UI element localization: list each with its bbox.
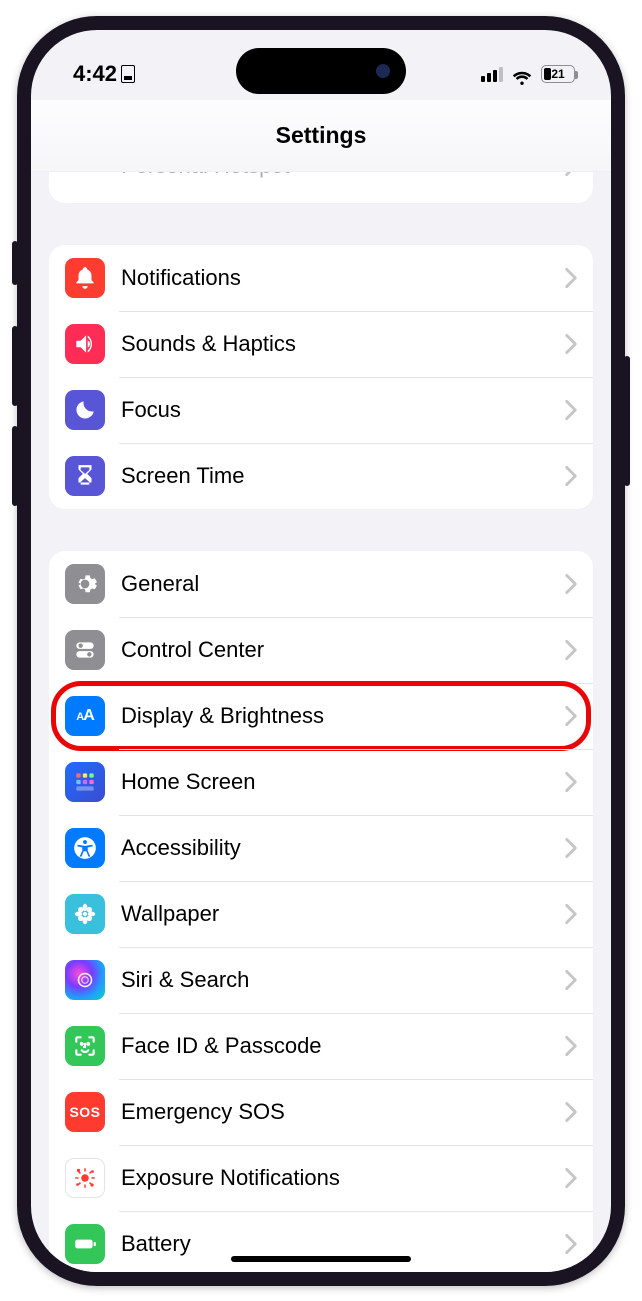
row-exposure-notifications[interactable]: Exposure Notifications [49,1145,593,1211]
app-grid-icon [65,762,105,802]
nav-bar: Settings [31,100,611,172]
row-label: Sounds & Haptics [121,331,565,357]
row-siri-search[interactable]: Siri & Search [49,947,593,1013]
siri-icon [65,960,105,1000]
row-wallpaper[interactable]: Wallpaper [49,881,593,947]
row-face-id-passcode[interactable]: Face ID & Passcode [49,1013,593,1079]
row-sounds-haptics[interactable]: Sounds & Haptics [49,311,593,377]
chevron-right-icon [565,1234,577,1254]
row-label: Exposure Notifications [121,1165,565,1191]
battery-icon: 21 [541,65,575,83]
status-left: 4:42 [73,61,135,87]
dynamic-island [236,48,406,94]
battery-percent: 21 [551,67,564,81]
row-notifications[interactable]: Notifications [49,245,593,311]
chevron-right-icon [565,466,577,486]
toggles-icon [65,630,105,670]
chevron-right-icon [565,574,577,594]
side-button-volume-up [12,326,18,406]
home-indicator[interactable] [231,1256,411,1262]
row-label: Wallpaper [121,901,565,927]
side-button-volume-down [12,426,18,506]
row-personal-hotspot[interactable]: Personal Hotspot [49,172,593,203]
wifi-icon [511,66,533,82]
status-right: 21 [481,65,575,83]
moon-icon [65,390,105,430]
row-label: Notifications [121,265,565,291]
bell-icon [65,258,105,298]
sim-icon [121,65,135,83]
row-label: Siri & Search [121,967,565,993]
flower-icon [65,894,105,934]
row-label: Control Center [121,637,565,663]
row-screen-time[interactable]: Screen Time [49,443,593,509]
chevron-right-icon [565,772,577,792]
battery-icon [65,1224,105,1264]
status-time: 4:42 [73,61,117,87]
row-label: Focus [121,397,565,423]
side-button-power [624,356,630,486]
row-label: Battery [121,1231,565,1257]
row-label: Personal Hotspot [121,172,565,179]
page-title: Settings [276,122,367,149]
row-label: Display & Brightness [121,703,565,729]
face-id-icon [65,1026,105,1066]
chevron-right-icon [565,334,577,354]
chevron-right-icon [565,400,577,420]
row-general[interactable]: General [49,551,593,617]
chevron-right-icon [565,706,577,726]
row-label: Home Screen [121,769,565,795]
chevron-right-icon [565,838,577,858]
phone-frame: 4:42 21 Settings [17,16,625,1286]
screen: 4:42 21 Settings [31,30,611,1272]
side-button-silence [12,241,18,285]
chevron-right-icon [565,268,577,288]
row-label: Screen Time [121,463,565,489]
chevron-right-icon [565,1168,577,1188]
sos-icon: SOS [65,1092,105,1132]
row-focus[interactable]: Focus [49,377,593,443]
accessibility-icon [65,828,105,868]
row-control-center[interactable]: Control Center [49,617,593,683]
row-home-screen[interactable]: Home Screen [49,749,593,815]
speaker-icon [65,324,105,364]
row-label: General [121,571,565,597]
gear-icon [65,564,105,604]
chevron-right-icon [565,970,577,990]
exposure-icon [65,1158,105,1198]
text-size-icon: AA [65,696,105,736]
settings-content[interactable]: Personal Hotspot Notifications [31,172,611,1272]
chevron-right-icon [565,1036,577,1056]
row-label: Accessibility [121,835,565,861]
settings-group-general: General Control Center AA Display & Brig… [49,551,593,1272]
settings-group-notifications: Notifications Sounds & Haptics Focus [49,245,593,509]
row-label: Face ID & Passcode [121,1033,565,1059]
row-label: Emergency SOS [121,1099,565,1125]
row-emergency-sos[interactable]: SOS Emergency SOS [49,1079,593,1145]
row-battery[interactable]: Battery [49,1211,593,1272]
cellular-icon [481,66,503,82]
chevron-right-icon [565,640,577,660]
chevron-right-icon [565,172,577,176]
settings-group-connectivity: Personal Hotspot [49,172,593,203]
row-display-brightness[interactable]: AA Display & Brightness [49,683,593,749]
row-accessibility[interactable]: Accessibility [49,815,593,881]
hourglass-icon [65,456,105,496]
chevron-right-icon [565,1102,577,1122]
chevron-right-icon [565,904,577,924]
